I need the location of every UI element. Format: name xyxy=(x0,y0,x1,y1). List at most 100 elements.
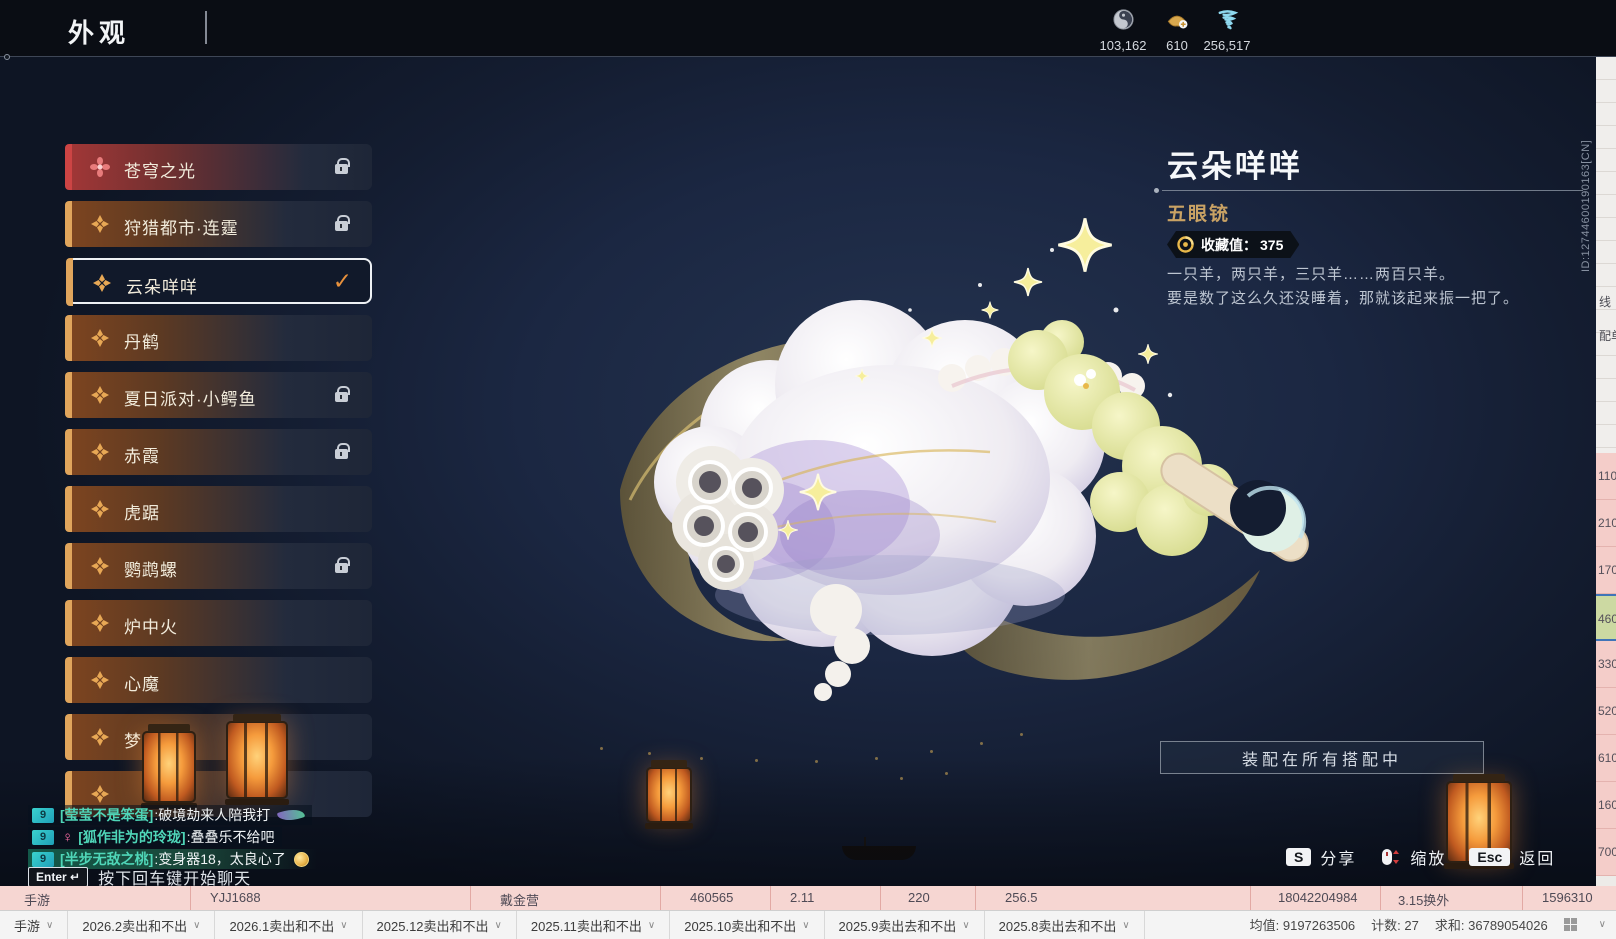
chevron-down-icon: ∨ xyxy=(802,919,810,931)
title-divider xyxy=(205,11,207,44)
currency-spiral-jade[interactable]: 256,517 xyxy=(1196,8,1258,53)
currency-value: 256,517 xyxy=(1203,38,1251,53)
grid-view-icon[interactable] xyxy=(1563,918,1577,931)
item-accent-bar xyxy=(65,372,72,418)
enter-keycap: Enter ↵ xyxy=(28,867,89,886)
top-bar-dot xyxy=(4,54,10,60)
lock-icon xyxy=(335,443,350,459)
skin-title: 云朵咩咩 xyxy=(1167,149,1303,184)
currency-tael[interactable]: 103,162 xyxy=(1092,8,1154,53)
sum-value: 36789054026 xyxy=(1468,918,1548,933)
chat-sender-name[interactable]: [莹莹不是笨蛋] xyxy=(60,805,153,825)
sidebar-item-danhe[interactable]: 丹鹤 xyxy=(65,315,372,361)
zoom-button[interactable]: 缩放 xyxy=(1410,845,1446,869)
sidebar-item-xinmo[interactable]: 心魔 xyxy=(65,657,372,703)
sidebar-item-luzhonghuo[interactable]: 炉中火 xyxy=(65,600,372,646)
sheet-tab[interactable]: 2025.9卖出去和不出 ∨ xyxy=(825,911,985,939)
sum-label: 求和: xyxy=(1434,918,1465,933)
spreadsheet-cell: 1596310 xyxy=(1542,890,1593,905)
sidebar-item-label: 炉中火 xyxy=(124,618,178,637)
spreadsheet-data-row: 手游 YJJ1688 戴金营 460565 2.11 220 256.5 180… xyxy=(0,886,1616,910)
spreadsheet-status-stats: 均值: 9197263506 计数: 27 求和: 36789054026 ∨ xyxy=(1250,915,1606,934)
spreadsheet-cell: 手游 xyxy=(24,893,51,908)
spreadsheet-cell-highlighted: 460 xyxy=(1596,594,1616,641)
check-icon: ✓ xyxy=(332,268,352,294)
sheet-tab[interactable]: 2026.2卖出和不出 ∨ xyxy=(68,911,216,939)
sheet-tab[interactable]: 2025.11卖出和不出 ∨ xyxy=(517,911,671,939)
sidebar-item-label: 鹦鹉螺 xyxy=(124,561,178,580)
chevron-down-icon: ∨ xyxy=(1122,919,1130,931)
item-accent-bar xyxy=(65,201,72,247)
chat-channel-icon: 9 xyxy=(32,829,54,845)
share-button[interactable]: 分享 xyxy=(1320,845,1356,869)
sidebar-item-huju[interactable]: 虎踞 xyxy=(65,486,372,532)
spreadsheet-cell: 520 xyxy=(1596,688,1616,735)
four-petal-icon xyxy=(90,784,110,804)
chat-message-row[interactable]: 9 ♀ [狐作非为的玲珑] :叠叠乐不给吧 xyxy=(28,827,283,847)
four-petal-icon xyxy=(92,273,112,293)
four-petal-icon xyxy=(90,385,110,405)
lock-icon xyxy=(335,557,350,573)
sidebar-item-yunduomiemie-selected[interactable]: 云朵咩咩 ✓ xyxy=(66,258,372,306)
sidebar-item-chixia[interactable]: 赤霞 xyxy=(65,429,372,475)
spreadsheet-cell: 610 xyxy=(1596,735,1616,782)
cell-border xyxy=(1380,886,1381,910)
spreadsheet-cell: 460565 xyxy=(690,890,734,905)
sparkle-dot xyxy=(755,759,758,762)
chevron-down-icon: ∨ xyxy=(962,919,970,931)
sparkle-dot xyxy=(900,777,903,780)
sidebar-item-label: 夏日派对·小鳄鱼 xyxy=(124,390,257,409)
chat-message-row[interactable]: 9 [莹莹不是笨蛋] :破境劫来人陪我打 xyxy=(28,805,313,825)
cell-border xyxy=(975,886,976,910)
sparkle-dot xyxy=(930,750,933,753)
esc-keycap: Esc xyxy=(1469,848,1511,866)
cell-border xyxy=(470,886,471,910)
sidebar-item-label: 心魔 xyxy=(124,675,160,694)
top-bar: 外观 103,162 610 256,517 xyxy=(0,0,1616,57)
sidebar-item-label: 狩猎都市·连霆 xyxy=(124,219,239,238)
chat-message-text: :破境劫来人陪我打 xyxy=(154,807,271,823)
spreadsheet-cell: 2.11 xyxy=(790,890,815,905)
coin-decoration-icon xyxy=(293,851,309,867)
sheet-tab[interactable]: 2025.12卖出和不出 ∨ xyxy=(363,911,517,939)
sidebar-item-label: 赤霞 xyxy=(124,447,160,466)
page-title: 外观 xyxy=(68,18,131,48)
sheet-nav-mobile-games[interactable]: 手游 ∨ xyxy=(0,911,69,939)
item-accent-bar xyxy=(66,258,73,306)
weapon-model-cloud-sheep[interactable] xyxy=(560,190,1460,760)
four-petal-icon xyxy=(90,727,110,747)
floating-lantern xyxy=(141,724,197,809)
spiral-jade-icon xyxy=(1218,10,1238,30)
sheet-tab[interactable]: 2025.10卖出和不出 ∨ xyxy=(670,911,825,939)
chevron-down-icon[interactable]: ∨ xyxy=(1599,919,1606,930)
spreadsheet-cell: 256.5 xyxy=(1005,890,1038,905)
spreadsheet-cell: 18042204984 xyxy=(1278,890,1358,905)
sheet-tab[interactable]: 2025.8卖出去和不出 ∨ xyxy=(985,911,1145,939)
spreadsheet-cell: 戴金营 xyxy=(500,893,540,908)
sparkle-dot xyxy=(600,747,603,750)
four-petal-icon xyxy=(90,328,110,348)
four-petal-icon xyxy=(90,442,110,462)
sidebar-item-cangqiongzhiguang[interactable]: 苍穹之光 xyxy=(65,144,372,190)
count-label: 计数: xyxy=(1371,918,1401,933)
chat-input-prompt[interactable]: Enter ↵ 按下回车键开始聊天 xyxy=(28,865,251,886)
background-spreadsheet-column: 线 配单 110 210 170 460 330 520 610 160 700 xyxy=(1596,57,1616,886)
chat-sender-name[interactable]: [狐作非为的玲珑] xyxy=(78,827,185,847)
spreadsheet-cell: 110 xyxy=(1596,453,1616,500)
sidebar-item-label: 丹鹤 xyxy=(124,333,160,352)
sidebar-item-mengyan[interactable]: 梦魇 xyxy=(65,714,372,760)
sparkle-dot xyxy=(815,760,818,763)
sidebar-item-yingwuluo[interactable]: 鹦鹉螺 xyxy=(65,543,372,589)
item-accent-bar xyxy=(65,600,72,646)
spreadsheet-cell: YJJ1688 xyxy=(210,890,261,905)
back-button[interactable]: 返回 xyxy=(1519,845,1555,869)
sidebar-item-shoulie[interactable]: 狩猎都市·连霆 xyxy=(65,201,372,247)
sheet-tab[interactable]: 2026.1卖出和不出 ∨ xyxy=(215,911,363,939)
lock-icon xyxy=(335,215,350,231)
avg-value: 9197263506 xyxy=(1282,918,1356,933)
sidebar-item-xiaoeyu[interactable]: 夏日派对·小鳄鱼 xyxy=(65,372,372,418)
flower-icon xyxy=(90,157,110,177)
spreadsheet-cell: 170 xyxy=(1596,547,1616,594)
item-accent-bar xyxy=(65,429,72,475)
four-petal-icon xyxy=(90,214,110,234)
